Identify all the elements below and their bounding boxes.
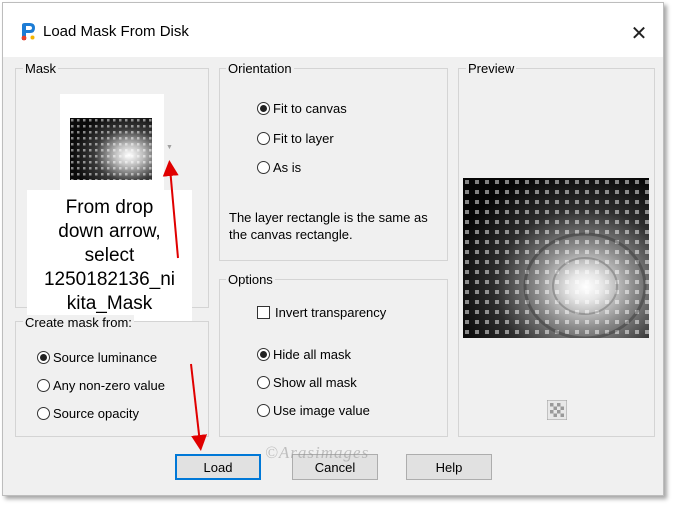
radio-label: Source luminance: [53, 349, 158, 365]
radio-label: Source opacity: [53, 405, 139, 421]
callout-line: kita_Mask: [66, 293, 153, 314]
radio-source-luminance[interactable]: Source luminance: [37, 347, 157, 367]
callout-line: 1250182136_ni: [43, 269, 176, 290]
orientation-group-title: Orientation: [226, 61, 294, 76]
watermark-text: ©Arasimages: [265, 443, 370, 462]
radio-indicator: [257, 375, 270, 389]
invert-transparency-checkbox[interactable]: Invert transparency: [257, 302, 386, 322]
preview-group-title: Preview: [466, 61, 517, 76]
radio-indicator: [37, 378, 50, 392]
mask-group-title: Mask: [23, 61, 59, 76]
callout-line: select: [84, 245, 135, 266]
radio-label: Show all mask: [273, 374, 357, 390]
radio-fit-to-layer[interactable]: Fit to layer: [257, 128, 334, 148]
window-title: Load Mask From Disk: [43, 23, 189, 40]
radio-hide-all-mask[interactable]: Hide all mask: [257, 344, 351, 364]
help-button[interactable]: Help: [406, 454, 492, 480]
radio-label: Hide all mask: [273, 346, 352, 362]
radio-indicator: [37, 406, 50, 420]
radio-label: Any non-zero value: [53, 377, 166, 393]
callout-line: down arrow,: [58, 221, 161, 242]
checkerboard-icon[interactable]: [547, 400, 567, 420]
radio-show-all-mask[interactable]: Show all mask: [257, 372, 357, 392]
chevron-down-icon[interactable]: ▼: [166, 144, 173, 151]
radio-fit-to-canvas[interactable]: Fit to canvas: [257, 98, 347, 118]
create-mask-group-title: Create mask from:: [23, 315, 134, 330]
options-group-title: Options: [226, 272, 275, 287]
mask-preview-image: [463, 178, 649, 338]
radio-as-is[interactable]: As is: [257, 157, 301, 177]
tunnel-mask-thumbnail: [70, 118, 152, 180]
callout-line: From drop: [65, 197, 154, 218]
load-button[interactable]: Load: [175, 454, 261, 480]
close-button[interactable]: ✕: [625, 19, 653, 47]
title-bar: Load Mask From Disk ✕: [3, 3, 663, 57]
checkbox-label: Invert transparency: [275, 304, 387, 320]
close-icon: ✕: [630, 22, 648, 45]
radio-indicator: [257, 347, 270, 361]
radio-indicator: [257, 131, 270, 145]
radio-label: As is: [273, 159, 302, 175]
radio-source-opacity[interactable]: Source opacity: [37, 403, 139, 423]
dialog-window: Load Mask From Disk ✕ Mask ▼ From drop d…: [2, 2, 664, 496]
radio-any-non-zero[interactable]: Any non-zero value: [37, 375, 165, 395]
radio-indicator: [257, 403, 270, 417]
radio-indicator: [257, 101, 270, 115]
orientation-info-text: The layer rectangle is the same as the c…: [229, 209, 439, 243]
radio-indicator: [257, 160, 270, 174]
checkbox-indicator: [257, 305, 270, 319]
radio-use-image-value[interactable]: Use image value: [257, 400, 370, 420]
radio-indicator: [37, 350, 50, 364]
radio-label: Use image value: [273, 402, 370, 418]
info-line: the canvas rectangle.: [229, 227, 353, 242]
mask-selector[interactable]: ▼: [60, 94, 173, 190]
paintshop-app-icon: [21, 23, 35, 41]
instruction-callout: From drop down arrow, select 1250182136_…: [27, 190, 192, 322]
radio-label: Fit to layer: [273, 130, 334, 146]
info-line: The layer rectangle is the same as: [229, 210, 428, 225]
radio-label: Fit to canvas: [273, 100, 347, 116]
